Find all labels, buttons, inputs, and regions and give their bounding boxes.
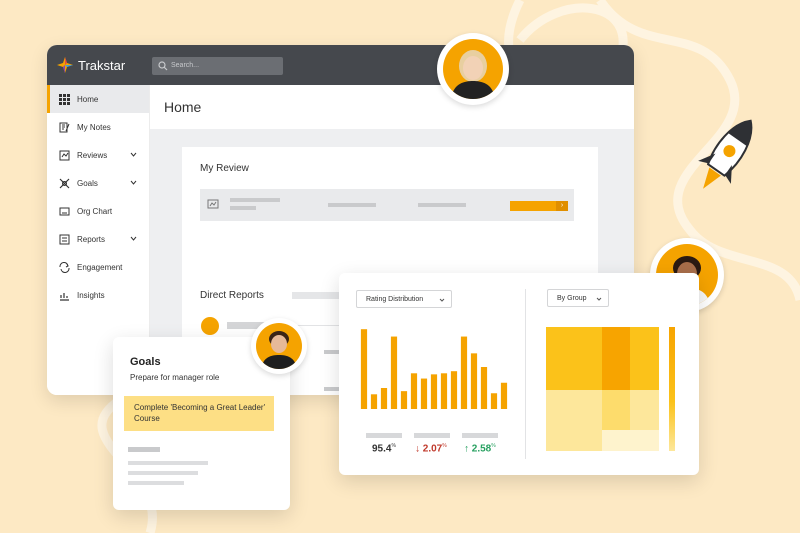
top-bar: Trakstar Search... <box>47 45 634 85</box>
analytics-card: Rating Distribution By Group 95.4% ↓ 2.0… <box>339 273 699 475</box>
chart-bar <box>450 371 458 409</box>
goals-subtitle: Prepare for manager role <box>130 373 220 382</box>
chart-bar <box>390 336 398 409</box>
goal-task[interactable]: Complete 'Becoming a Great Leader' Cours… <box>124 396 274 431</box>
heatmap-cell <box>602 390 630 430</box>
avatar-woman-blonde <box>437 33 509 105</box>
sidebar-item-label: Home <box>77 94 99 104</box>
person-photo-icon <box>261 331 297 369</box>
stat-label-placeholder <box>414 433 450 438</box>
my-review-row[interactable]: › <box>200 189 574 221</box>
report-avatar[interactable] <box>201 317 219 335</box>
placeholder-bar <box>128 461 208 465</box>
chart-bar <box>490 393 498 409</box>
chart-bar <box>440 373 448 409</box>
heatmap-cell <box>546 390 602 451</box>
heatmap-cell <box>546 327 602 390</box>
reports-icon <box>59 234 70 244</box>
placeholder-bar <box>230 206 256 210</box>
heatmap-cell <box>630 327 659 390</box>
chevron-down-icon <box>439 298 445 302</box>
sidebar-item-label: Reports <box>77 234 106 244</box>
review-doc-icon <box>207 199 219 209</box>
chevron-down-icon <box>596 297 602 301</box>
sidebar-item-reviews[interactable]: Reviews <box>47 141 149 169</box>
chart-bar <box>380 388 388 409</box>
avatar-man-glasses <box>251 318 307 374</box>
chevron-down-icon <box>130 180 137 185</box>
sidebar-item-goals[interactable]: Goals <box>47 169 149 197</box>
dropdown-label: Rating Distribution <box>366 296 424 303</box>
group-heatmap <box>546 327 659 451</box>
sidebar-item-label: Insights <box>77 290 105 300</box>
placeholder-bar <box>418 203 466 207</box>
rocket-icon <box>698 119 753 189</box>
goals-icon <box>59 178 70 188</box>
chart-bar <box>470 353 478 409</box>
goals-title: Goals <box>130 356 161 368</box>
card-divider <box>525 289 526 459</box>
chart-bar <box>420 378 428 409</box>
notes-icon <box>59 122 70 132</box>
search-placeholder: Search... <box>171 62 200 69</box>
stat-label-placeholder <box>462 433 498 438</box>
trakstar-logo-icon <box>57 57 73 73</box>
arrow-up-icon: ↑ <box>464 443 469 455</box>
brand-name: Trakstar <box>78 58 126 73</box>
insights-icon <box>60 292 69 301</box>
chart-bar <box>410 373 418 409</box>
sidebar-item-reports[interactable]: Reports <box>47 225 149 253</box>
person-photo-icon <box>451 50 495 99</box>
sidebar-item-label: My Notes <box>77 122 111 132</box>
sidebar-item-label: Org Chart <box>77 206 113 216</box>
open-review-button[interactable]: › <box>510 201 568 211</box>
engagement-icon <box>59 261 70 273</box>
chevron-down-icon <box>130 152 137 157</box>
chart-bar <box>360 329 368 409</box>
rating-distribution-dropdown[interactable]: Rating Distribution <box>356 290 452 308</box>
chart-bar <box>370 394 378 409</box>
placeholder-bar <box>128 481 184 485</box>
placeholder-bar <box>128 447 160 452</box>
direct-reports-title: Direct Reports <box>200 290 264 301</box>
sidebar-item-my-notes[interactable]: My Notes <box>47 113 149 141</box>
sidebar-item-insights[interactable]: Insights <box>47 281 149 309</box>
sidebar-item-org-chart[interactable]: Org Chart <box>47 197 149 225</box>
my-review-title: My Review <box>200 163 249 174</box>
chart-bar <box>430 374 438 409</box>
arrow-down-icon: ↓ <box>415 443 420 455</box>
sidebar-item-label: Goals <box>77 178 98 188</box>
chevron-down-icon <box>130 236 137 241</box>
dropdown-label: By Group <box>557 295 587 302</box>
chart-bar <box>480 367 488 409</box>
sidebar-item-home[interactable]: Home <box>47 85 149 113</box>
chart-bar <box>460 336 468 409</box>
sidebar-item-label: Engagement <box>77 262 123 272</box>
reviews-icon <box>59 150 70 160</box>
heatmap-cell <box>602 430 659 451</box>
placeholder-bar <box>128 471 198 475</box>
placeholder-bar <box>328 203 376 207</box>
org-chart-icon <box>59 207 70 215</box>
stat-value-1: 95.4% <box>372 443 396 455</box>
search-icon <box>158 61 168 71</box>
heatmap-cell <box>630 390 659 430</box>
search-input[interactable]: Search... <box>152 57 283 75</box>
chart-bar <box>400 391 408 409</box>
heatmap-scale <box>669 327 675 451</box>
sidebar-item-engagement[interactable]: Engagement <box>47 253 149 281</box>
grid-icon <box>59 93 70 105</box>
stat-value-3: ↑ 2.58% <box>464 443 496 455</box>
by-group-dropdown[interactable]: By Group <box>547 289 609 307</box>
stat-value-2: ↓ 2.07% <box>415 443 447 455</box>
rating-distribution-chart <box>360 329 508 409</box>
chart-bar <box>500 382 508 409</box>
sidebar-item-label: Reviews <box>77 150 108 160</box>
heatmap-cell <box>602 327 630 390</box>
page-title: Home <box>150 85 634 129</box>
stat-label-placeholder <box>366 433 402 438</box>
arrow-right-icon: › <box>556 201 568 211</box>
placeholder-bar <box>230 198 280 202</box>
